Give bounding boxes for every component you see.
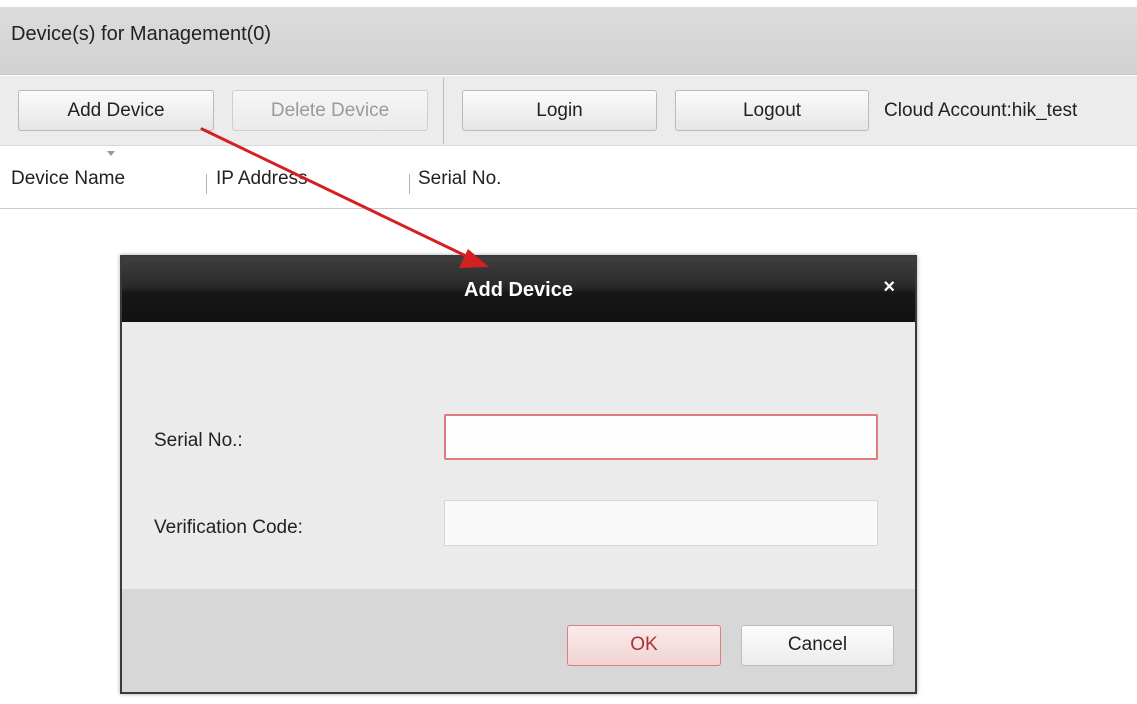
column-header-serial-no[interactable]: Serial No. <box>418 168 501 190</box>
panel-title-bar: Device(s) for Management(0) <box>0 7 1137 75</box>
sort-indicator-icon <box>107 151 115 156</box>
close-icon[interactable]: × <box>883 275 895 299</box>
ok-button[interactable]: OK <box>567 625 721 666</box>
column-divider[interactable] <box>409 174 410 194</box>
dialog-footer: OK Cancel <box>122 589 915 692</box>
column-divider[interactable] <box>206 174 207 194</box>
verification-code-input[interactable] <box>444 500 878 546</box>
toolbar-divider <box>443 78 444 144</box>
dialog-title-bar[interactable]: Add Device × <box>122 257 915 322</box>
serial-no-label: Serial No.: <box>154 430 243 451</box>
device-table-header: Device Name IP Address Serial No. <box>0 147 1137 209</box>
login-button[interactable]: Login <box>462 90 657 131</box>
dialog-title: Add Device <box>464 279 573 301</box>
column-header-device-name[interactable]: Device Name <box>11 168 125 190</box>
add-device-dialog: Add Device × Serial No.: Verification Co… <box>120 255 917 694</box>
column-header-ip-address[interactable]: IP Address <box>216 168 308 190</box>
dialog-body: Serial No.: Verification Code: <box>122 322 915 589</box>
device-management-page: Device(s) for Management(0) Add Device D… <box>0 0 1137 704</box>
delete-device-button[interactable]: Delete Device <box>232 90 428 131</box>
add-device-button[interactable]: Add Device <box>18 90 214 131</box>
panel-title: Device(s) for Management(0) <box>11 23 272 45</box>
verification-code-label: Verification Code: <box>154 517 303 538</box>
cancel-button[interactable]: Cancel <box>741 625 894 666</box>
logout-button[interactable]: Logout <box>675 90 869 131</box>
cloud-account-label: Cloud Account:hik_test <box>884 100 1078 121</box>
device-toolbar: Add Device Delete Device Login Logout Cl… <box>0 76 1137 146</box>
serial-no-input[interactable] <box>444 414 878 460</box>
